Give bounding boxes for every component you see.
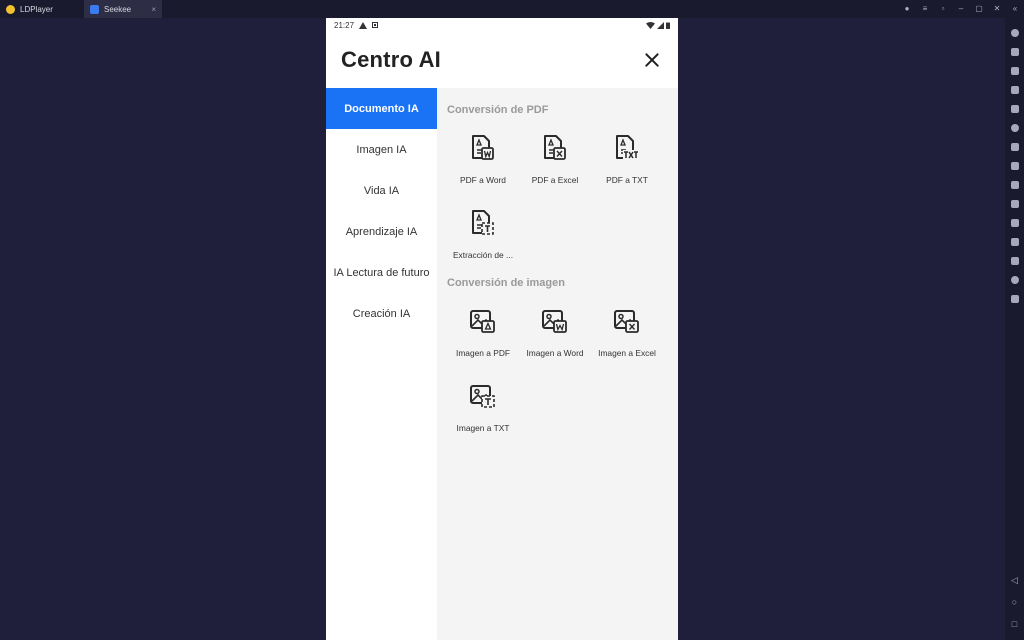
sidebar-item-ia-lectura-futuro[interactable]: IA Lectura de futuro (326, 252, 437, 293)
apk-install-icon[interactable] (1010, 143, 1019, 151)
image-to-word-icon (542, 310, 567, 333)
pdf-to-excel-icon (544, 135, 566, 160)
seekee-tab-label: Seekee (104, 4, 132, 14)
category-sidebar: Documento IA Imagen IA Vida IA Aprendiza… (326, 88, 437, 640)
account-icon[interactable]: ● (898, 0, 916, 18)
keyboard-icon[interactable] (1010, 48, 1019, 56)
minimize-icon[interactable]: – (952, 0, 970, 18)
recents-icon[interactable]: □ (1012, 618, 1017, 630)
tab-close-icon[interactable]: × (151, 5, 156, 14)
pdf-text-extract-button[interactable]: Extracción de ... (447, 196, 519, 271)
sidebar-item-documento-ia[interactable]: Documento IA (326, 88, 437, 129)
sidebar-item-label: Vida IA (363, 184, 400, 197)
rotate-icon[interactable] (1010, 124, 1019, 132)
close-window-icon[interactable]: ✕ (988, 0, 1006, 18)
home-icon[interactable]: ○ (1012, 596, 1017, 608)
robot-icon[interactable] (1010, 162, 1019, 170)
restore-icon[interactable]: ▢ (970, 0, 988, 18)
more-icon[interactable] (1010, 295, 1019, 303)
phone-icon[interactable] (1010, 238, 1019, 246)
phone-screen: 21:27 Centro AI Documento IA Imagen IA V… (326, 18, 678, 640)
sidebar-item-label: IA Lectura de futuro (333, 266, 430, 279)
pdf-to-excel-button[interactable]: PDF a Excel (519, 121, 591, 196)
tool-label: Imagen a PDF (456, 348, 510, 358)
seekee-app-icon (90, 4, 99, 14)
emulator-toolbar: ◁ ○ □ (1005, 18, 1024, 640)
notification-icon (372, 22, 379, 28)
tool-label: PDF a Word (460, 175, 506, 185)
sidebar-item-aprendizaje-ia[interactable]: Aprendizaje IA (326, 211, 437, 252)
tool-label: Extracción de ... (452, 250, 514, 260)
collapse-sidebar-icon[interactable]: « (1006, 0, 1024, 18)
sync-icon[interactable] (1010, 219, 1019, 227)
pdf-to-word-button[interactable]: PDF a Word (447, 121, 519, 196)
close-button[interactable] (642, 50, 662, 70)
folder-icon[interactable] (1010, 257, 1019, 265)
volume-up-icon[interactable] (1010, 67, 1019, 75)
settings-icon[interactable] (1010, 29, 1019, 37)
status-time: 21:27 (334, 20, 355, 30)
window-controls: ● ≡ ▫ – ▢ ✕ « (898, 0, 1024, 18)
tools-panel: Conversión de PDF PDF a Word PDF a Excel… (437, 88, 678, 640)
section-title-pdf: Conversión de PDF (447, 104, 549, 116)
sidebar-item-label: Creación IA (352, 307, 411, 320)
window-mode-icon[interactable]: ▫ (934, 0, 952, 18)
tool-label: Imagen a Excel (598, 348, 656, 358)
image-to-excel-button[interactable]: Imagen a Excel (591, 294, 663, 369)
image-to-txt-icon (470, 385, 495, 408)
seekee-tab[interactable]: Seekee × (84, 0, 162, 18)
app-tab-label: LDPlayer (20, 4, 53, 14)
page-title: Centro AI (341, 47, 441, 72)
sidebar-item-label: Documento IA (344, 102, 419, 115)
emulator-titlebar: LDPlayer Seekee × ● ≡ ▫ – ▢ ✕ « (0, 0, 1024, 18)
ldplayer-logo-icon (6, 4, 15, 14)
pdf-to-word-icon (472, 135, 494, 160)
section-title-image: Conversión de imagen (447, 277, 565, 289)
sidebar-item-vida-ia[interactable]: Vida IA (326, 170, 437, 211)
tool-label: Imagen a TXT (456, 423, 510, 433)
page-header: Centro AI (326, 32, 678, 88)
pdf-text-extract-icon (472, 210, 494, 235)
sidebar-item-label: Aprendizaje IA (345, 225, 418, 238)
warning-icon (359, 21, 368, 29)
pdf-tools-grid: PDF a Word PDF a Excel PDF a TXT Extracc… (447, 121, 678, 271)
sidebar-item-imagen-ia[interactable]: Imagen IA (326, 129, 437, 170)
tool-label: PDF a TXT (606, 175, 648, 185)
record-icon[interactable] (1010, 200, 1019, 208)
battery-icon (666, 22, 670, 29)
signal-icon (657, 21, 664, 29)
sidebar-item-creacion-ia[interactable]: Creación IA (326, 293, 437, 334)
status-bar: 21:27 (326, 18, 678, 32)
image-to-word-button[interactable]: Imagen a Word (519, 294, 591, 369)
image-to-txt-button[interactable]: Imagen a TXT (447, 369, 519, 444)
wifi-icon (646, 21, 655, 29)
pdf-to-txt-icon (616, 135, 640, 159)
image-to-pdf-button[interactable]: Imagen a PDF (447, 294, 519, 369)
location-icon[interactable] (1010, 276, 1019, 284)
image-tools-grid: Imagen a PDF Imagen a Word Imagen a Exce… (447, 294, 678, 444)
menu-icon[interactable]: ≡ (916, 0, 934, 18)
volume-down-icon[interactable] (1010, 86, 1019, 94)
app-tab[interactable]: LDPlayer (0, 0, 82, 18)
tool-label: Imagen a Word (526, 348, 584, 358)
screenshot-icon[interactable] (1010, 105, 1019, 113)
back-icon[interactable]: ◁ (1011, 574, 1018, 586)
sidebar-item-label: Imagen IA (356, 143, 407, 156)
tool-label: PDF a Excel (531, 175, 579, 185)
image-to-excel-icon (614, 310, 639, 333)
image-to-pdf-icon (470, 310, 495, 333)
scissors-icon[interactable] (1010, 181, 1019, 189)
pdf-to-txt-button[interactable]: PDF a TXT (591, 121, 663, 196)
